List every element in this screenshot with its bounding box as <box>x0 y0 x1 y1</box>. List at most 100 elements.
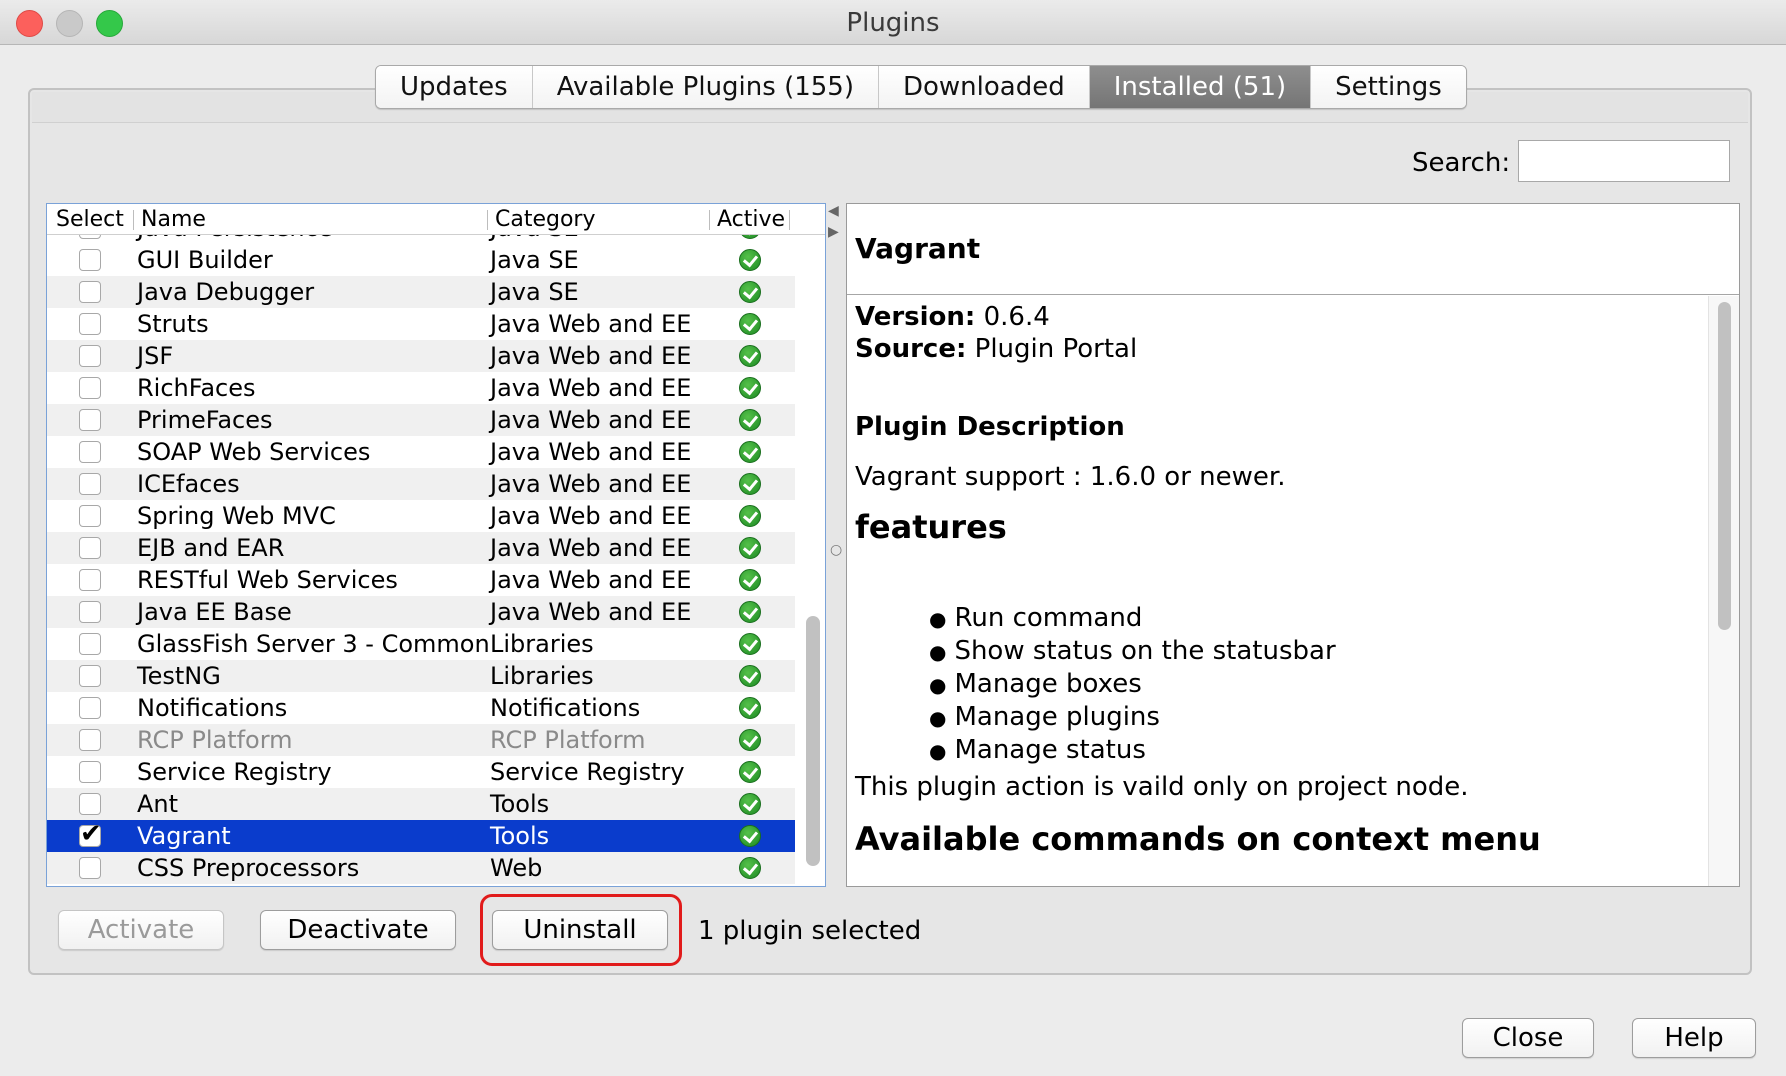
collapse-right-arrow-icon[interactable]: ▶ <box>828 224 839 240</box>
active-check-icon <box>739 537 761 559</box>
column-header-active[interactable]: Active <box>717 207 785 232</box>
uninstall-button[interactable]: Uninstall <box>492 910 668 950</box>
row-checkbox[interactable] <box>79 569 101 591</box>
row-checkbox[interactable] <box>79 441 101 463</box>
table-row[interactable]: CSS Preprocessors Web <box>47 852 795 884</box>
row-category: RCP Platform <box>490 726 646 754</box>
tab-updates[interactable]: Updates <box>376 66 533 108</box>
active-check-icon <box>739 441 761 463</box>
close-button[interactable]: Close <box>1462 1018 1594 1058</box>
tab-settings[interactable]: Settings <box>1311 66 1466 108</box>
row-checkbox[interactable] <box>79 377 101 399</box>
row-checkbox[interactable] <box>79 537 101 559</box>
row-checkbox[interactable] <box>79 818 102 850</box>
row-checkbox[interactable] <box>79 793 101 815</box>
table-row[interactable]: GlassFish Server 3 - Common Libraries <box>47 628 795 660</box>
row-category: Notifications <box>490 694 641 722</box>
tab-downloaded[interactable]: Downloaded <box>878 66 1090 108</box>
active-check-icon <box>739 729 761 751</box>
list-item: Manage plugins <box>929 701 1336 734</box>
row-checkbox[interactable] <box>79 697 101 719</box>
row-checkbox[interactable] <box>79 857 101 879</box>
row-category: Java Web and EE <box>490 406 692 434</box>
table-scrollbar-thumb[interactable] <box>806 616 820 866</box>
table-row[interactable]: Service Registry Service Registry <box>47 756 795 788</box>
column-header-select[interactable]: Select <box>56 207 124 232</box>
table-row[interactable]: Java EE Base Java Web and EE <box>47 596 795 628</box>
table-row[interactable]: RESTful Web Services Java Web and EE <box>47 564 795 596</box>
title-bar: Plugins <box>0 0 1786 45</box>
list-item: Show status on the statusbar <box>929 635 1335 668</box>
row-checkbox[interactable] <box>79 729 101 751</box>
tab-available-plugins[interactable]: Available Plugins (155) <box>532 66 879 108</box>
row-name: Vagrant <box>137 822 231 850</box>
row-category: Java Web and EE <box>490 598 692 626</box>
row-checkbox[interactable] <box>79 345 101 367</box>
row-category: Tools <box>490 822 550 850</box>
row-name: RCP Platform <box>137 726 293 754</box>
help-button[interactable]: Help <box>1632 1018 1756 1058</box>
column-header-name[interactable]: Name <box>141 207 206 232</box>
row-name: RESTful Web Services <box>137 566 398 594</box>
source-line: Source: Plugin Portal <box>855 334 1137 364</box>
table-row[interactable]: Ant Tools <box>47 788 795 820</box>
row-name: SOAP Web Services <box>137 438 371 466</box>
table-row[interactable]: Vagrant Tools <box>47 818 795 852</box>
deactivate-button[interactable]: Deactivate <box>260 910 456 950</box>
table-row[interactable]: PrimeFaces Java Web and EE <box>47 404 795 436</box>
commands-heading: Available commands on context menu <box>855 820 1541 858</box>
version-label: Version: <box>855 302 976 332</box>
row-name: Java Debugger <box>137 278 315 306</box>
row-category: Web <box>490 854 543 882</box>
row-checkbox[interactable] <box>79 761 101 783</box>
table-row[interactable]: GUI Builder Java SE <box>47 244 795 276</box>
row-checkbox[interactable] <box>79 473 101 495</box>
table-row[interactable]: Spring Web MVC Java Web and EE <box>47 500 795 532</box>
row-checkbox[interactable] <box>79 249 101 271</box>
source-label: Source: <box>855 334 967 364</box>
plugin-table: Select Name Category Active Java Persist… <box>46 203 826 887</box>
support-text: Vagrant support : 1.6.0 or newer. <box>855 462 1286 492</box>
column-header-category[interactable]: Category <box>495 207 596 232</box>
row-category: Service Registry <box>490 758 685 786</box>
row-category: Java Web and EE <box>490 566 692 594</box>
row-checkbox[interactable] <box>79 505 101 527</box>
row-checkbox[interactable] <box>79 281 101 303</box>
table-scrollbar[interactable] <box>801 234 825 886</box>
row-category: Java Web and EE <box>490 310 692 338</box>
row-category: Java Web and EE <box>490 534 692 562</box>
table-row[interactable]: TestNG Libraries <box>47 660 795 692</box>
row-checkbox[interactable] <box>79 601 101 623</box>
search-input[interactable] <box>1518 140 1730 182</box>
row-category: Java Web and EE <box>490 342 692 370</box>
table-row[interactable]: Notifications Notifications <box>47 692 795 724</box>
row-checkbox[interactable] <box>79 665 101 687</box>
table-row[interactable]: SOAP Web Services Java Web and EE <box>47 436 795 468</box>
row-name: RichFaces <box>137 374 256 402</box>
tab-installed[interactable]: Installed (51) <box>1089 66 1312 108</box>
detail-scrollbar[interactable] <box>1708 296 1739 886</box>
selection-status: 1 plugin selected <box>698 916 922 946</box>
table-row[interactable]: RichFaces Java Web and EE <box>47 372 795 404</box>
collapse-left-arrow-icon[interactable]: ◀ <box>828 203 839 219</box>
active-check-icon <box>739 633 761 655</box>
row-category: Libraries <box>490 662 594 690</box>
table-row[interactable]: JSF Java Web and EE <box>47 340 795 372</box>
detail-scrollbar-thumb[interactable] <box>1718 302 1731 630</box>
window-title: Plugins <box>846 8 940 38</box>
splitter-handle[interactable]: ○ <box>830 542 842 558</box>
active-check-icon <box>739 313 761 335</box>
activate-button[interactable]: Activate <box>58 910 224 950</box>
row-name: Spring Web MVC <box>137 502 336 530</box>
table-row[interactable]: Struts Java Web and EE <box>47 308 795 340</box>
table-row[interactable]: EJB and EAR Java Web and EE <box>47 532 795 564</box>
row-checkbox[interactable] <box>79 409 101 431</box>
active-check-icon <box>739 505 761 527</box>
table-row[interactable]: Java Debugger Java SE <box>47 276 795 308</box>
active-check-icon <box>739 793 761 815</box>
table-row[interactable]: ICEfaces Java Web and EE <box>47 468 795 500</box>
row-name: TestNG <box>137 662 221 690</box>
table-row[interactable]: RCP Platform RCP Platform <box>47 724 795 756</box>
row-checkbox[interactable] <box>79 633 101 655</box>
row-checkbox[interactable] <box>79 313 101 335</box>
